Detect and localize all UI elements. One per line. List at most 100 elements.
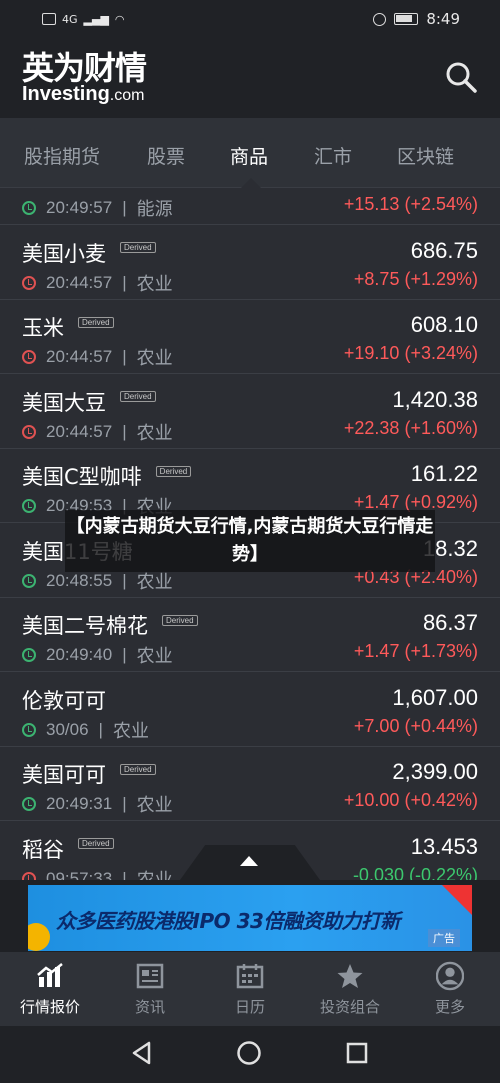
- instrument-name-group: 玉米 Derived: [22, 312, 114, 342]
- calendar-icon: [236, 962, 264, 990]
- quote-time: 09:57:33: [46, 868, 113, 881]
- quote-row[interactable]: 美国大豆 Derived 20:44:57 | 农业 1,420.38 +22.38 (+1…: [0, 374, 500, 449]
- instrument-name: 伦敦可可: [22, 688, 106, 713]
- instrument-name-group: 美国C型咖啡 Derived: [22, 461, 192, 491]
- nav-news[interactable]: 资讯: [100, 952, 200, 1026]
- app-header: 英为财情 Investing.com: [0, 38, 500, 118]
- signal-icon: ▂▄▆: [83, 12, 109, 26]
- recents-button[interactable]: [345, 1041, 369, 1069]
- tab-index-futures[interactable]: 股指期货: [24, 142, 100, 169]
- quote-category: 农业: [136, 795, 173, 816]
- separator: |: [122, 570, 127, 590]
- status-time: 8:49: [426, 10, 460, 28]
- instrument-name: 美国大豆: [22, 390, 106, 415]
- ad-text: 众多医药股港股IPO 33倍融资助力打新: [56, 909, 400, 933]
- battery-icon: [394, 13, 419, 25]
- tab-blockchain[interactable]: 区块链: [397, 142, 454, 169]
- active-tab-indicator: [241, 178, 261, 188]
- clock-icon: [22, 275, 36, 290]
- quote-price: 161.22: [410, 461, 478, 486]
- quote-time: 20:49:40: [46, 645, 113, 664]
- nav-portfolio[interactable]: 投资组合: [300, 952, 400, 1026]
- instrument-name-group: 美国小麦 Derived: [22, 238, 156, 268]
- quote-row[interactable]: 20:49:57 | 能源 +15.13 (+2.54%): [0, 188, 500, 225]
- quote-change: +15.13 (+2.54%): [343, 194, 478, 214]
- home-button[interactable]: [236, 1040, 262, 1070]
- quote-meta: 30/06 | 农业: [22, 717, 149, 743]
- tab-commodities[interactable]: 商品: [230, 142, 268, 169]
- instrument-name: 玉米: [22, 316, 64, 340]
- overlay-banner: 【内蒙古期货大豆行情,内蒙古期货大豆行情走势】: [65, 510, 435, 572]
- quote-time: 20:44:57: [46, 347, 113, 366]
- derived-badge: Derived: [120, 242, 156, 253]
- status-right: 8:49: [373, 10, 460, 28]
- quote-meta: 09:57:33 | 农业: [22, 866, 173, 881]
- nav-more[interactable]: 更多: [400, 952, 500, 1026]
- quote-category: 农业: [136, 869, 173, 881]
- quote-category: 农业: [136, 273, 173, 295]
- quote-category: 农业: [112, 720, 149, 742]
- logo-cn: 英为财情: [22, 49, 147, 87]
- quote-category: 农业: [136, 348, 173, 369]
- clock-icon: [22, 797, 36, 811]
- separator: |: [122, 421, 127, 441]
- home-icon: [237, 1040, 261, 1065]
- news-icon: [136, 962, 164, 990]
- separator: |: [122, 868, 127, 881]
- tab-stocks[interactable]: 股票: [147, 142, 185, 169]
- ad-tag: 广告: [428, 929, 460, 947]
- nav-quotes-label: 行情报价: [19, 997, 80, 1016]
- alarm-icon: [373, 12, 387, 26]
- quote-price: 13.453: [410, 833, 478, 859]
- quote-change: +8.75 (+1.29%): [353, 268, 478, 289]
- bottom-nav: 行情报价 资讯 日历 投资组合 更多: [0, 952, 500, 1026]
- instrument-name-group: 美国二号棉花 Derived: [22, 610, 198, 640]
- separator: |: [122, 347, 127, 366]
- chart-icon: [36, 962, 64, 990]
- quote-row[interactable]: 美国二号棉花 Derived 20:49:40 | 农业 86.37 +1.47 (+1.7…: [0, 598, 500, 672]
- profile-icon: [436, 961, 464, 990]
- quote-time: 20:44:57: [46, 272, 113, 292]
- quote-price: 608.10: [410, 312, 478, 337]
- separator: |: [122, 645, 127, 664]
- quote-category: 农业: [136, 646, 173, 667]
- status-left: 4G ▂▄▆ ◠: [42, 13, 125, 26]
- separator: |: [98, 719, 103, 739]
- search-button[interactable]: [444, 60, 478, 94]
- clock-icon: [22, 871, 36, 880]
- quote-price: 686.75: [410, 237, 478, 263]
- nav-calendar[interactable]: 日历: [200, 952, 300, 1026]
- clock-icon: [22, 201, 36, 215]
- tab-forex[interactable]: 汇市: [314, 142, 352, 169]
- quote-price: 1,420.38: [392, 386, 478, 412]
- nav-quotes[interactable]: 行情报价: [0, 952, 100, 1026]
- back-button[interactable]: [131, 1041, 153, 1069]
- quote-time: 20:48:55: [46, 570, 113, 590]
- signal-label: 4G: [62, 12, 78, 26]
- quote-row[interactable]: 玉米 Derived 20:44:57 | 农业 608.10 +19.10 (+3.24%…: [0, 300, 500, 374]
- clock-icon: [22, 350, 36, 364]
- instrument-name-group: 美国可可 Derived: [22, 759, 156, 789]
- quote-change: +22.38 (+1.60%): [343, 417, 478, 438]
- separator: |: [122, 272, 127, 292]
- quote-time: 30/06: [46, 719, 89, 739]
- quote-row[interactable]: 伦敦可可 30/06 | 农业 1,607.00 +7.00 (+0.44%): [0, 672, 500, 747]
- instrument-name: 美国二号棉花: [22, 614, 148, 638]
- quote-row[interactable]: 美国小麦 Derived 20:44:57 | 农业 686.75 +8.75 (+1.29…: [0, 225, 500, 300]
- clock-icon: [22, 722, 36, 737]
- instrument-name: 稻谷: [22, 837, 64, 862]
- quote-meta: 20:49:31 | 农业: [22, 791, 173, 817]
- nav-more-label: 更多: [434, 997, 465, 1016]
- chevron-up-icon[interactable]: [240, 856, 258, 866]
- quote-change: +10.00 (+0.42%): [343, 790, 478, 810]
- wifi-icon: ◠: [114, 12, 125, 26]
- ad-banner[interactable]: 众多医药股港股IPO 33倍融资助力打新 广告: [28, 885, 472, 951]
- quote-row[interactable]: 美国可可 Derived 20:49:31 | 农业 2,399.00 +10.00 (+0…: [0, 747, 500, 821]
- status-bar: 4G ▂▄▆ ◠ 8:49: [0, 0, 500, 38]
- derived-badge: Derived: [155, 465, 192, 477]
- instrument-name: 美国小麦: [22, 241, 106, 266]
- quote-meta: 20:44:57 | 农业: [22, 270, 173, 296]
- quote-change: +19.10 (+3.24%): [343, 343, 478, 363]
- coin-icon: [28, 923, 50, 951]
- clock-icon: [22, 424, 36, 439]
